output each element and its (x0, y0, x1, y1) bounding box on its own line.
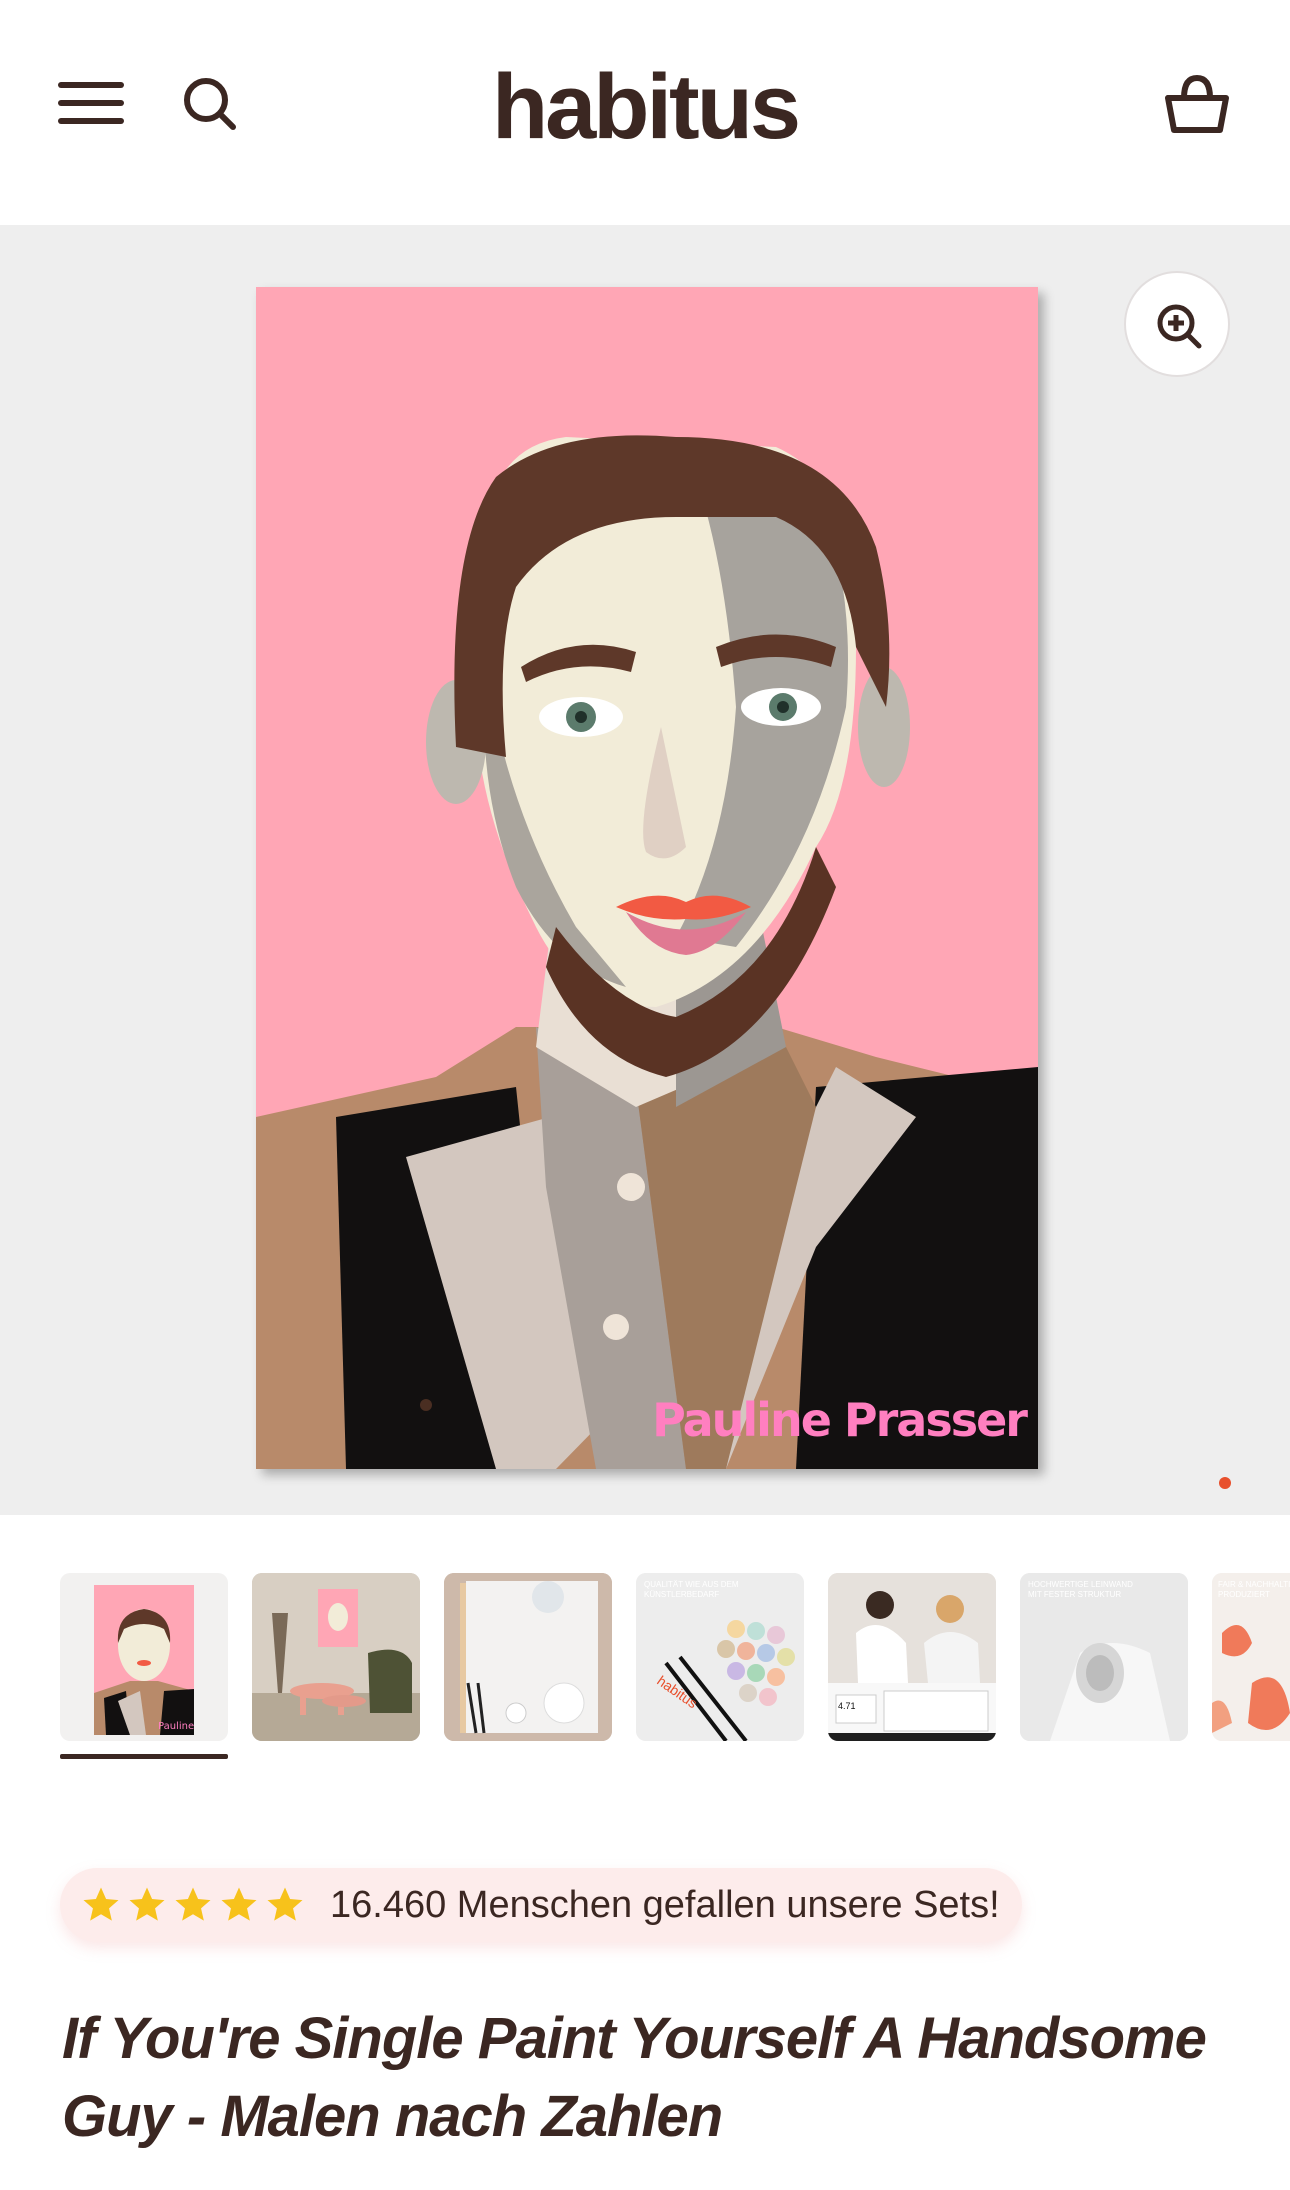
svg-text:MIT FESTER STRUKTUR: MIT FESTER STRUKTUR (1028, 1590, 1121, 1599)
svg-text:PRODUZIERT: PRODUZIERT (1218, 1590, 1270, 1599)
svg-text:Pauline: Pauline (158, 1721, 194, 1732)
star-icon (83, 1887, 119, 1921)
thumb-portrait[interactable]: Pauline (60, 1573, 228, 1741)
svg-text:4.71: 4.71 (838, 1701, 856, 1711)
brand-logo[interactable]: habitus (0, 52, 1290, 162)
rating-text: 16.460 Menschen gefallen unsere Sets! (330, 1883, 1000, 1926)
slide-indicator-dot[interactable] (1219, 1477, 1231, 1489)
zoom-button[interactable] (1124, 271, 1230, 377)
star-icon (175, 1887, 211, 1921)
thumb-kit-contents[interactable] (444, 1573, 612, 1741)
thumb-canvas-roll[interactable]: HOCHWERTIGE LEINWAND MIT FESTER STRUKTUR (1020, 1573, 1188, 1741)
rating-badge[interactable]: 16.460 Menschen gefallen unsere Sets! (60, 1868, 1022, 1942)
svg-text:QUALITÄT WIE AUS DEM: QUALITÄT WIE AUS DEM (644, 1580, 739, 1589)
star-icon (129, 1887, 165, 1921)
site-header: habitus (0, 0, 1290, 225)
product-main-image[interactable]: Pauline Prasser (256, 287, 1038, 1469)
artist-signature: Pauline Prasser (652, 1393, 1028, 1447)
thumbnail-strip: Pauline QUALITÄT WIE AUS DEM KÜNSTLERBED… (0, 1573, 1290, 1763)
active-thumbnail-indicator (60, 1754, 228, 1759)
thumb-people-painting[interactable]: 4.71 (828, 1573, 996, 1741)
thumb-living-room[interactable] (252, 1573, 420, 1741)
star-icon (267, 1887, 303, 1921)
basket-icon[interactable] (1162, 70, 1232, 138)
svg-text:HOCHWERTIGE LEINWAND: HOCHWERTIGE LEINWAND (1028, 1580, 1133, 1589)
thumb-paints-brushes[interactable]: QUALITÄT WIE AUS DEM KÜNSTLERBEDARF habi… (636, 1573, 804, 1741)
star-icon (221, 1887, 257, 1921)
svg-text:KÜNSTLERBEDARF: KÜNSTLERBEDARF (644, 1590, 719, 1599)
zoom-in-icon (1157, 304, 1202, 349)
star-rating (80, 1884, 306, 1926)
product-title: If You're Single Paint Yourself A Handso… (62, 2006, 1207, 2149)
svg-text:FAIR & NACHHALTIG: FAIR & NACHHALTIG (1218, 1580, 1290, 1589)
thumb-fair-produced[interactable]: FAIR & NACHHALTIG PRODUZIERT (1212, 1573, 1290, 1741)
product-image-gallery[interactable]: Pauline Prasser (0, 225, 1290, 1515)
